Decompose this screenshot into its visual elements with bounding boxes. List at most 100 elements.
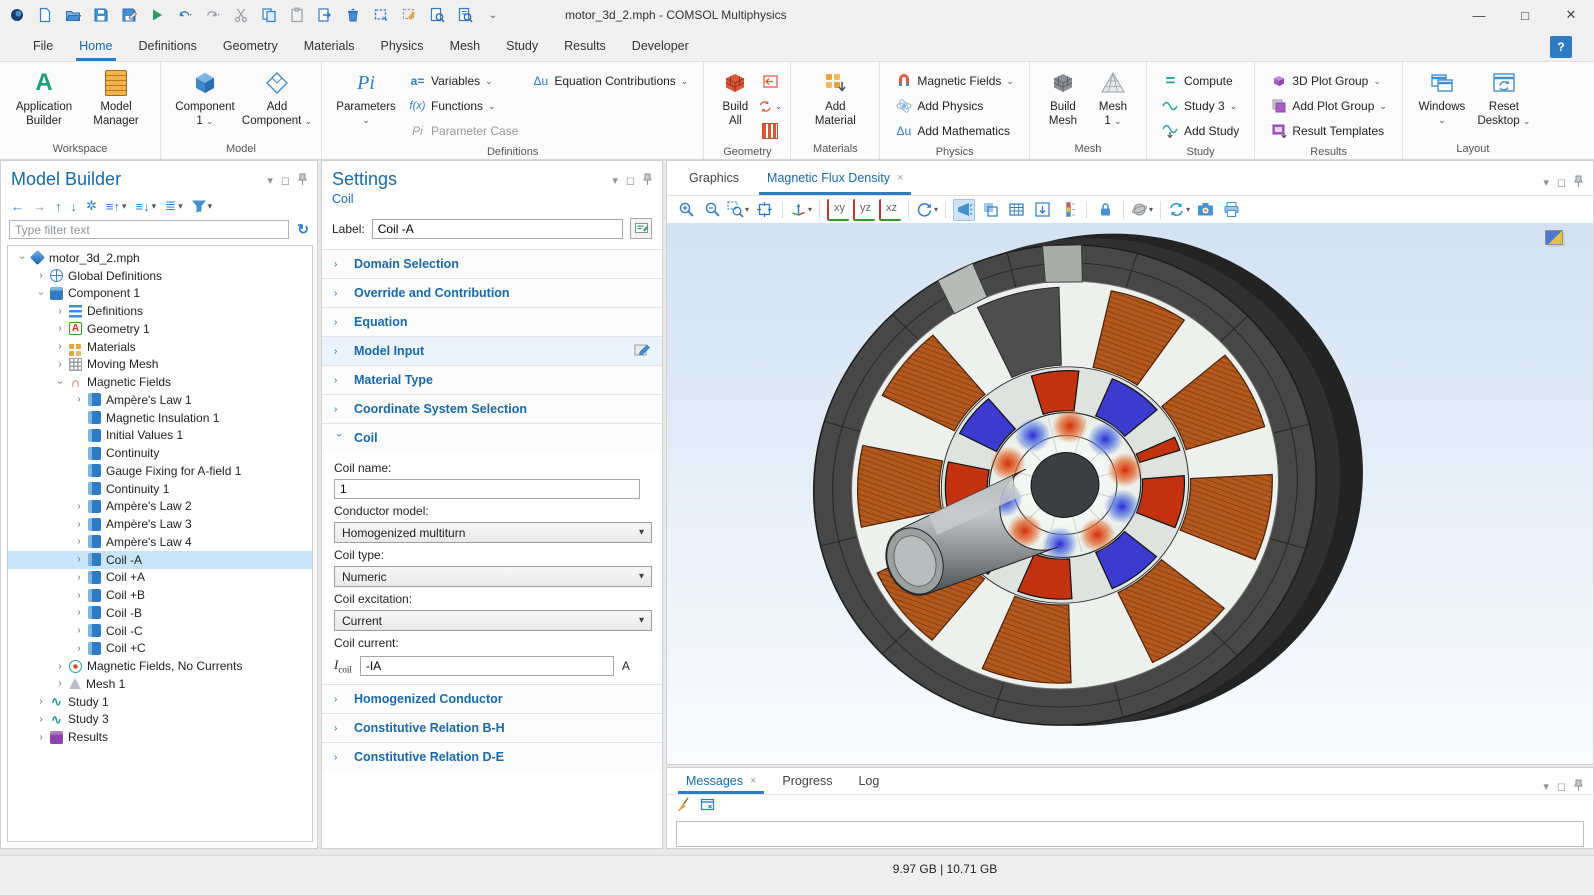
rotate-icon[interactable]: ▾	[916, 199, 938, 221]
section-model-input[interactable]: ›Model Input	[322, 336, 662, 365]
filter-funnel-icon[interactable]: ▾	[192, 200, 213, 213]
zoom-box-icon[interactable]: ▾	[727, 199, 749, 221]
menu-study[interactable]: Study	[493, 30, 551, 61]
tree-item-global-definitions[interactable]: ›Global Definitions	[8, 267, 312, 285]
tab-graphics[interactable]: Graphics	[675, 161, 753, 195]
component-1-button[interactable]: Component1 ⌄	[169, 67, 241, 129]
reset-desktop-button[interactable]: ResetDesktop ⌄	[1473, 67, 1535, 129]
tree-item-initial-values-1[interactable]: Initial Values 1	[8, 427, 312, 445]
expander-icon[interactable]: ›	[54, 323, 66, 334]
coil-excitation-select[interactable]: Current	[334, 610, 652, 631]
application-builder-button[interactable]: ApplicationBuilder	[8, 67, 80, 129]
expander-icon[interactable]: ›	[36, 287, 47, 299]
tree-item-study-3[interactable]: ›Study 3	[8, 711, 312, 729]
expander-icon[interactable]: ›	[73, 607, 85, 618]
variables-button[interactable]: Variables⌄	[402, 69, 500, 93]
delete-icon[interactable]	[342, 4, 364, 26]
label-input[interactable]	[372, 219, 623, 239]
expander-icon[interactable]: ›	[55, 376, 66, 388]
expander-icon[interactable]: ›	[54, 341, 66, 352]
pin-panel-icon[interactable]	[298, 173, 307, 188]
expander-icon[interactable]: ›	[73, 643, 85, 654]
tree-item-geometry-1[interactable]: ›Geometry 1	[8, 320, 312, 338]
expander-icon[interactable]: ›	[73, 572, 85, 583]
add-physics-button[interactable]: Add Physics	[888, 94, 990, 118]
pin-panel-icon[interactable]	[643, 173, 652, 188]
expander-icon[interactable]: ›	[73, 501, 85, 512]
color-legend-icon[interactable]	[1057, 199, 1079, 221]
menu-geometry[interactable]: Geometry	[210, 30, 291, 61]
expander-icon[interactable]: ›	[35, 714, 47, 725]
add-mathematics-button[interactable]: Add Mathematics	[888, 119, 1017, 143]
update-plot-icon[interactable]: ▾	[1168, 199, 1190, 221]
menu-results[interactable]: Results	[551, 30, 619, 61]
tree-item-coil-minus-a[interactable]: ›Coil -A	[8, 551, 312, 569]
result-templates-button[interactable]: Result Templates	[1263, 119, 1391, 143]
tree-item-coil-minus-b[interactable]: ›Coil -B	[8, 604, 312, 622]
menu-materials[interactable]: Materials	[291, 30, 368, 61]
build-mesh-button[interactable]: BuildMesh	[1038, 67, 1088, 129]
close-button[interactable]: ✕	[1548, 0, 1594, 30]
tree-item-magnetic-fields-no-currents[interactable]: ›Magnetic Fields, No Currents	[8, 657, 312, 675]
menu-file[interactable]: File	[20, 30, 66, 61]
tree-item-magnetic-fields[interactable]: ›Magnetic Fields	[8, 373, 312, 391]
tree-item-root[interactable]: ›motor_3d_2.mph	[8, 249, 312, 267]
undo-icon[interactable]	[174, 4, 196, 26]
node-detail-icon[interactable]: ≣▾	[165, 198, 182, 214]
print-icon[interactable]	[1220, 199, 1242, 221]
scene-light-icon[interactable]	[953, 199, 975, 221]
build-all-button[interactable]: BuildAll	[712, 67, 758, 129]
expander-icon[interactable]: ›	[73, 394, 85, 405]
save-as-icon[interactable]	[118, 4, 140, 26]
view-lock-icon[interactable]	[1094, 199, 1116, 221]
expander-icon[interactable]: ›	[54, 678, 66, 689]
coil-name-input[interactable]	[334, 479, 640, 499]
float-panel-icon[interactable]: ◻	[281, 174, 290, 187]
messages-content[interactable]	[676, 821, 1584, 847]
close-tab-icon[interactable]: ×	[750, 775, 756, 787]
section-homogenized-conductor[interactable]: ›Homogenized Conductor	[322, 684, 662, 713]
windows-button[interactable]: Windows⌄	[1411, 67, 1473, 126]
coil-current-input[interactable]	[360, 656, 614, 676]
transparency-icon[interactable]	[979, 199, 1001, 221]
tree-item-continuity-1[interactable]: Continuity 1	[8, 480, 312, 498]
redo-icon[interactable]	[202, 4, 224, 26]
show-icon[interactable]: ✲	[86, 198, 97, 214]
xz-view-icon[interactable]: xz	[879, 199, 901, 221]
float-panel-icon[interactable]: ◻	[1557, 176, 1566, 189]
menu-definitions[interactable]: Definitions	[126, 30, 210, 61]
show-plot-window-icon[interactable]	[1031, 199, 1053, 221]
section-material-type[interactable]: ›Material Type	[322, 365, 662, 394]
pin-panel-icon[interactable]	[1574, 779, 1583, 794]
section-constitutive-bh[interactable]: ›Constitutive Relation B-H	[322, 713, 662, 742]
tree-item-results[interactable]: ›Results	[8, 728, 312, 746]
expander-icon[interactable]: ›	[73, 625, 85, 636]
expander-icon[interactable]: ›	[54, 359, 66, 370]
tree-filter-input[interactable]	[9, 220, 289, 239]
expander-icon[interactable]: ›	[73, 554, 85, 565]
find-replace-icon[interactable]	[454, 4, 476, 26]
expander-icon[interactable]: ›	[54, 661, 66, 672]
coil-type-select[interactable]: Numeric	[334, 566, 652, 587]
copy-icon[interactable]	[258, 4, 280, 26]
graphics-canvas[interactable]	[667, 223, 1593, 764]
float-panel-icon[interactable]: ◻	[626, 174, 635, 187]
plot-group-3d-button[interactable]: 3D Plot Group⌄	[1263, 69, 1388, 93]
equation-contributions-button[interactable]: Equation Contributions⌄	[525, 69, 695, 93]
expander-icon[interactable]: ›	[54, 306, 66, 317]
tree-item-continuity[interactable]: Continuity	[8, 444, 312, 462]
collapse-all-icon[interactable]: ≡↓▾	[136, 199, 157, 214]
menu-physics[interactable]: Physics	[367, 30, 436, 61]
zoom-extents-icon[interactable]	[753, 199, 775, 221]
virtual-operations-icon[interactable]	[758, 119, 782, 143]
duplicate-icon[interactable]	[314, 4, 336, 26]
tree-item-materials[interactable]: ›Materials	[8, 338, 312, 356]
expander-icon[interactable]: ›	[35, 270, 47, 281]
back-icon[interactable]: ←	[11, 199, 24, 214]
add-study-button[interactable]: Add Study	[1155, 119, 1246, 143]
section-domain-selection[interactable]: ›Domain Selection	[322, 249, 662, 278]
expander-icon[interactable]: ›	[73, 590, 85, 601]
tree-item-moving-mesh[interactable]: ›Moving Mesh	[8, 356, 312, 374]
move-up-icon[interactable]: ↑	[55, 199, 62, 214]
select-box-icon[interactable]	[370, 4, 392, 26]
